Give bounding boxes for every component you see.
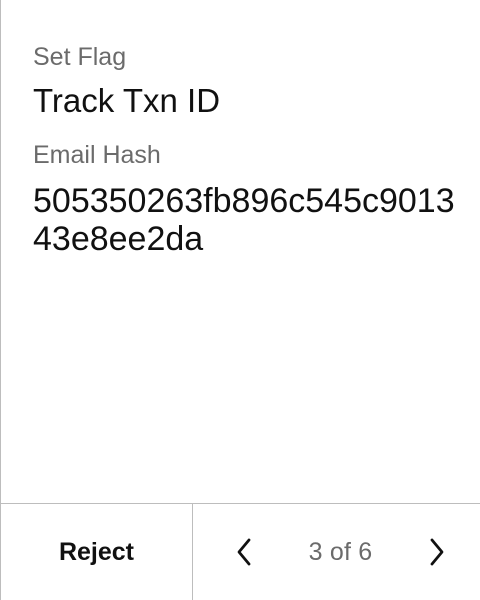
chevron-left-icon [237,538,251,566]
set-flag-label: Set Flag [33,43,127,71]
next-button[interactable] [422,532,450,572]
set-flag-value: Track Txn ID [33,82,221,119]
flag-details-screen: Set Flag Track Txn ID Email Hash 5053502… [0,0,480,600]
email-hash-label: Email Hash [33,141,161,169]
action-footer: Reject 3 of 6 [1,503,480,600]
reject-button[interactable]: Reject [1,504,193,600]
email-hash-value: 505350263fb896c545c901343e8ee2da [33,182,455,258]
pagination-control: 3 of 6 [193,504,480,600]
details-panel: Set Flag Track Txn ID Email Hash 5053502… [33,42,460,258]
previous-button[interactable] [231,532,259,572]
page-indicator: 3 of 6 [308,537,373,566]
chevron-right-icon [430,538,444,566]
reject-button-label: Reject [58,537,135,566]
